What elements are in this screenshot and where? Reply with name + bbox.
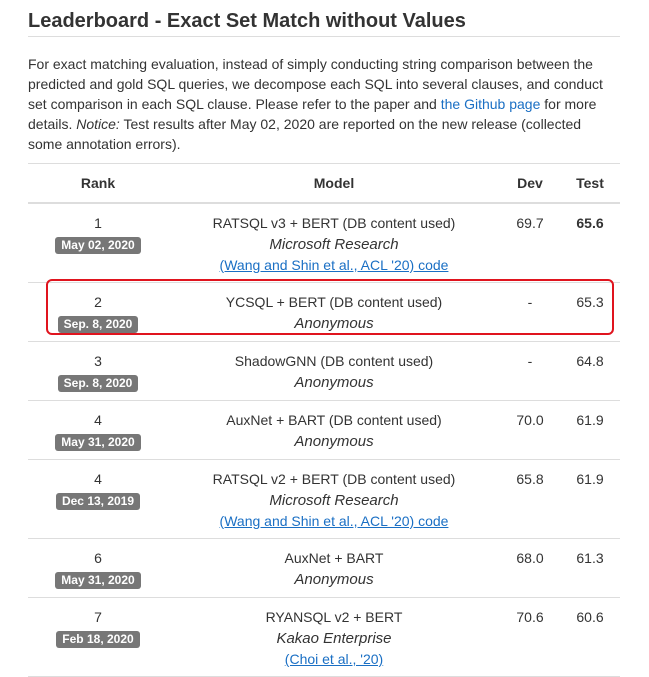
table-row: 2 Sep. 8, 2020 YCSQL + BERT (DB content u…: [28, 282, 620, 342]
table-row: 4 May 31, 2020 AuxNet + BART (DB content …: [28, 400, 620, 460]
date-badge: Sep. 8, 2020: [57, 316, 139, 333]
model-name: RATSQL v3 + BERT (DB content used): [212, 215, 456, 231]
date-badge: Feb 18, 2020: [56, 631, 140, 648]
rank-number: 7: [94, 609, 102, 625]
date-badge: Sep. 8, 2020: [57, 375, 139, 392]
table-header-row: Rank Model Dev Test: [28, 163, 620, 204]
rank-number: 3: [94, 353, 102, 369]
header-rank: Rank: [28, 163, 168, 204]
test-score: 61.3: [576, 550, 604, 566]
model-org: Anonymous: [294, 433, 374, 450]
paper-code-link[interactable]: (Wang and Shin et al., ACL '20) code: [168, 255, 500, 276]
paper-link[interactable]: (Choi et al., '20): [168, 649, 500, 670]
test-score: 61.9: [576, 471, 604, 487]
rank-number: 4: [94, 471, 102, 487]
model-name: RYANSQL v2 + BERT: [265, 609, 403, 625]
leaderboard-section: Leaderboard - Exact Set Match without Va…: [28, 0, 620, 677]
date-badge: May 31, 2020: [55, 572, 141, 589]
model-org: Microsoft Research: [269, 236, 399, 253]
dev-score: 68.0: [516, 550, 544, 566]
test-score: 65.6: [576, 215, 604, 231]
header-model: Model: [168, 163, 500, 204]
model-org: Kakao Enterprise: [276, 630, 392, 647]
rank-number: 6: [94, 550, 102, 566]
table-row: 6 May 31, 2020 AuxNet + BART Anonymous 68.…: [28, 538, 620, 598]
title-divider: [28, 36, 620, 37]
dev-score: 70.0: [516, 412, 544, 428]
model-name: ShadowGNN (DB content used): [234, 353, 434, 369]
github-page-link[interactable]: the Github page: [441, 96, 541, 112]
header-test: Test: [560, 163, 620, 204]
test-score: 65.3: [576, 294, 604, 310]
model-name: RATSQL v2 + BERT (DB content used): [212, 471, 456, 487]
test-score: 60.6: [576, 609, 604, 625]
model-org: Anonymous: [294, 571, 374, 588]
rank-number: 4: [94, 412, 102, 428]
date-badge: Dec 13, 2019: [55, 493, 141, 510]
rank-number: 2: [94, 294, 102, 310]
model-name: AuxNet + BART (DB content used): [226, 412, 442, 428]
rank-number: 1: [94, 215, 102, 231]
paper-code-link[interactable]: (Wang and Shin et al., ACL '20) code: [168, 511, 500, 532]
page-title: Leaderboard - Exact Set Match without Va…: [28, 10, 466, 32]
date-badge: May 02, 2020: [55, 237, 141, 254]
dev-score: 65.8: [516, 471, 544, 487]
table-row: 7 Feb 18, 2020 RYANSQL v2 + BERT Kakao Ent…: [28, 597, 620, 677]
leaderboard-table: Rank Model Dev Test 1 May 02, 2020 RATSQL…: [28, 163, 620, 677]
model-org: Anonymous: [294, 374, 374, 391]
table-row: 1 May 02, 2020 RATSQL v3 + BERT (DB conte…: [28, 203, 620, 283]
model-org: Microsoft Research: [269, 492, 399, 509]
table-row: 4 Dec 13, 2019 RATSQL v2 + BERT (DB conte…: [28, 459, 620, 539]
date-badge: May 31, 2020: [55, 434, 141, 451]
dev-score: 70.6: [516, 609, 544, 625]
model-name: YCSQL + BERT (DB content used): [225, 294, 443, 310]
header-dev: Dev: [500, 163, 560, 204]
test-score: 61.9: [576, 412, 604, 428]
dev-score: -: [527, 353, 533, 369]
dev-score: 69.7: [516, 215, 544, 231]
dev-score: -: [527, 294, 533, 310]
test-score: 64.8: [576, 353, 604, 369]
table-row: 3 Sep. 8, 2020 ShadowGNN (DB content used…: [28, 341, 620, 401]
model-org: Anonymous: [294, 315, 374, 332]
model-name: AuxNet + BART: [284, 550, 384, 566]
notice-label: Notice:: [76, 116, 120, 132]
intro-paragraph: For exact matching evaluation, instead o…: [28, 54, 616, 154]
